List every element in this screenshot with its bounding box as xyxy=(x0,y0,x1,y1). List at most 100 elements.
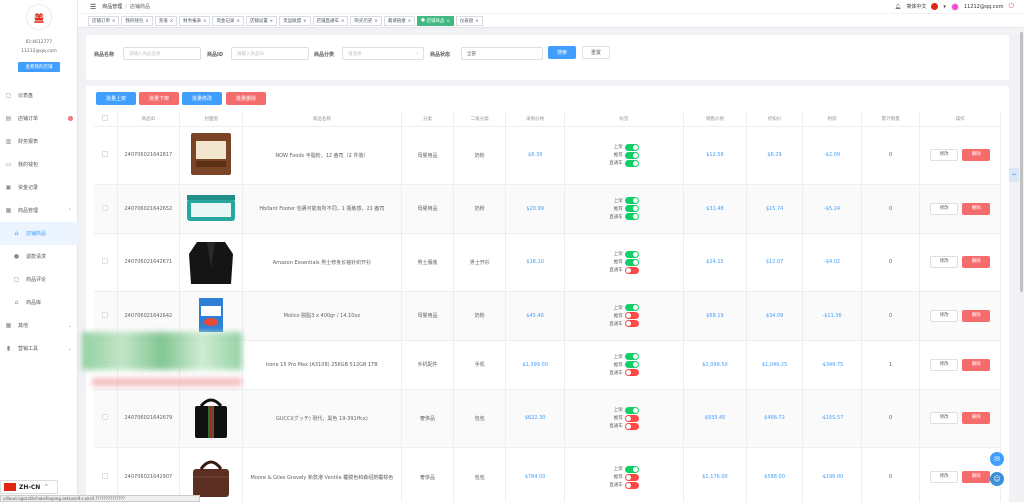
tab-freight[interactable]: 货运联盟 × xyxy=(279,15,311,26)
on-shelf-switch[interactable] xyxy=(624,406,639,414)
tab-wallet[interactable]: 我的钱包 × xyxy=(121,15,153,26)
delete-button[interactable]: 删除 xyxy=(962,256,991,268)
sidebar-item-library[interactable]: ⌂ 商品库 xyxy=(0,291,78,314)
express-switch[interactable] xyxy=(624,369,639,376)
express-switch[interactable] xyxy=(624,481,639,489)
express-switch[interactable] xyxy=(624,213,639,220)
chat-icon[interactable]: ✉ xyxy=(990,452,1004,466)
on-shelf-switch[interactable] xyxy=(624,143,639,151)
close-icon[interactable]: × xyxy=(112,18,115,23)
close-icon[interactable]: × xyxy=(145,18,148,23)
row-checkbox[interactable] xyxy=(102,414,109,420)
menu-fold-icon[interactable]: ☰ xyxy=(90,3,96,11)
tab-store-settings[interactable]: 店铺设置 × xyxy=(245,15,278,26)
sidebar-item-refund[interactable]: ● 退款请求 xyxy=(0,245,78,268)
close-icon[interactable]: × xyxy=(270,18,273,23)
delete-button[interactable]: 删除 xyxy=(962,149,991,161)
language-select[interactable]: 简体中文 xyxy=(906,3,926,10)
status-select[interactable]: 全部 ⌄ xyxy=(461,47,543,60)
batch-on-shelf-button[interactable]: 批量上架 xyxy=(96,92,136,105)
delete-button[interactable]: 删除 xyxy=(962,309,991,322)
delete-button[interactable]: 删除 xyxy=(962,358,991,371)
batch-off-shelf-button[interactable]: 批量下架 xyxy=(139,92,179,105)
sidebar-item-reports[interactable]: ▥ 财务报表 xyxy=(0,130,78,153)
on-shelf-switch[interactable] xyxy=(624,250,639,258)
category-select[interactable]: 请选择 ⌄ xyxy=(342,47,424,60)
tab-express[interactable]: 店铺直通车 × xyxy=(312,15,349,26)
close-icon[interactable]: × xyxy=(446,18,449,23)
recommend-switch[interactable] xyxy=(624,312,639,319)
chevron-down-icon[interactable]: ▾ xyxy=(943,4,946,10)
sidebar-item-funds[interactable]: ▣ 资金记录 xyxy=(0,176,78,199)
breadcrumb-item[interactable]: 商品管理 xyxy=(102,4,122,10)
sidebar-item-goods[interactable]: ▦ 商品管理 ⌃ xyxy=(0,199,78,222)
row-checkbox[interactable] xyxy=(102,258,109,264)
support-icon[interactable]: ☺ xyxy=(990,472,1004,486)
id-input[interactable]: 请输入商品ID xyxy=(231,47,309,60)
close-icon[interactable]: × xyxy=(170,18,173,23)
sidebar-item-wallet[interactable]: ▭ 我的钱包 xyxy=(0,153,78,176)
recommend-switch[interactable] xyxy=(624,361,639,368)
name-input[interactable]: 请输入商品名称 xyxy=(123,47,201,60)
row-checkbox[interactable] xyxy=(102,151,109,157)
edit-button[interactable]: 修改 xyxy=(930,202,959,215)
recommend-switch[interactable] xyxy=(624,151,639,159)
row-checkbox[interactable] xyxy=(102,204,109,211)
tab-dashboard[interactable]: 仪表盘 × xyxy=(455,15,483,26)
sidebar-item-other[interactable]: ▦ 其他 ⌄ xyxy=(0,314,78,337)
delete-button[interactable]: 删除 xyxy=(962,412,991,424)
close-icon[interactable]: × xyxy=(374,18,377,23)
reset-button[interactable]: 重置 xyxy=(582,46,610,59)
tab-reports[interactable]: 财务报表 × xyxy=(179,15,211,26)
edit-button[interactable]: 修改 xyxy=(930,471,959,483)
edit-button[interactable]: 修改 xyxy=(930,309,959,322)
tab-shop-goods[interactable]: ● 店铺商品 × xyxy=(417,15,454,26)
select-all-checkbox[interactable] xyxy=(102,114,109,121)
on-shelf-switch[interactable] xyxy=(624,353,639,360)
batch-edit-button[interactable]: 批量修改 xyxy=(182,92,222,105)
close-icon[interactable]: × xyxy=(341,18,344,23)
search-button[interactable]: 搜索 xyxy=(548,46,576,59)
recommend-switch[interactable] xyxy=(624,473,639,481)
express-switch[interactable] xyxy=(624,266,639,274)
sidebar-item-orders[interactable]: ▤ 店铺订单 ! xyxy=(0,107,78,130)
on-shelf-switch[interactable] xyxy=(624,197,639,204)
edit-button[interactable]: 修改 xyxy=(930,412,959,424)
on-shelf-switch[interactable] xyxy=(624,304,639,311)
edit-button[interactable]: 修改 xyxy=(930,358,959,371)
row-checkbox[interactable] xyxy=(102,473,109,479)
user-email-display[interactable]: 11212@qq.com xyxy=(964,4,1004,10)
recommend-switch[interactable] xyxy=(624,258,639,266)
tab-orders[interactable]: 店铺订单 × xyxy=(88,15,120,26)
power-icon[interactable]: ⏻ xyxy=(1008,2,1014,11)
close-icon[interactable]: × xyxy=(303,18,306,23)
express-switch[interactable] xyxy=(624,422,639,430)
tab-funds[interactable]: 资金记录 × xyxy=(212,15,244,26)
sidebar-item-shop-goods[interactable]: ⌂ 店铺商品 xyxy=(0,222,78,245)
sidebar-item-marketing[interactable]: ▮ 营销工具 ⌄ xyxy=(0,337,78,360)
tab-invite[interactable]: 邀请链接 × xyxy=(383,15,416,26)
delete-button[interactable]: 删除 xyxy=(962,471,991,483)
batch-delete-button[interactable]: 批量删除 xyxy=(226,92,266,105)
delete-button[interactable]: 删除 xyxy=(962,202,991,215)
close-icon[interactable]: × xyxy=(203,18,206,23)
avatar[interactable] xyxy=(950,2,959,11)
bell-icon[interactable]: 🔔︎ xyxy=(895,4,901,10)
page-scrollbar[interactable] xyxy=(1019,30,1024,502)
express-switch[interactable] xyxy=(624,159,639,167)
recommend-switch[interactable] xyxy=(624,414,639,422)
close-icon[interactable]: × xyxy=(236,18,239,23)
scrollbar-thumb[interactable] xyxy=(1020,32,1023,292)
tab-purchase-history[interactable]: 购买历史 × xyxy=(350,15,382,26)
on-shelf-switch[interactable] xyxy=(624,465,639,473)
close-icon[interactable]: × xyxy=(475,18,478,23)
tab-recharge[interactable]: 充值 × xyxy=(154,15,178,26)
express-switch[interactable] xyxy=(624,320,639,327)
edit-button[interactable]: 修改 xyxy=(930,256,959,268)
edit-button[interactable]: 修改 xyxy=(930,149,959,161)
recommend-switch[interactable] xyxy=(624,205,639,212)
close-icon[interactable]: × xyxy=(408,18,411,23)
sidebar-item-dashboard[interactable]: ▢ 仪表盘 xyxy=(0,84,78,107)
view-store-button[interactable]: 查看我的店铺 xyxy=(18,62,60,72)
sidebar-item-comments[interactable]: ▢ 商品评论 xyxy=(0,268,78,291)
